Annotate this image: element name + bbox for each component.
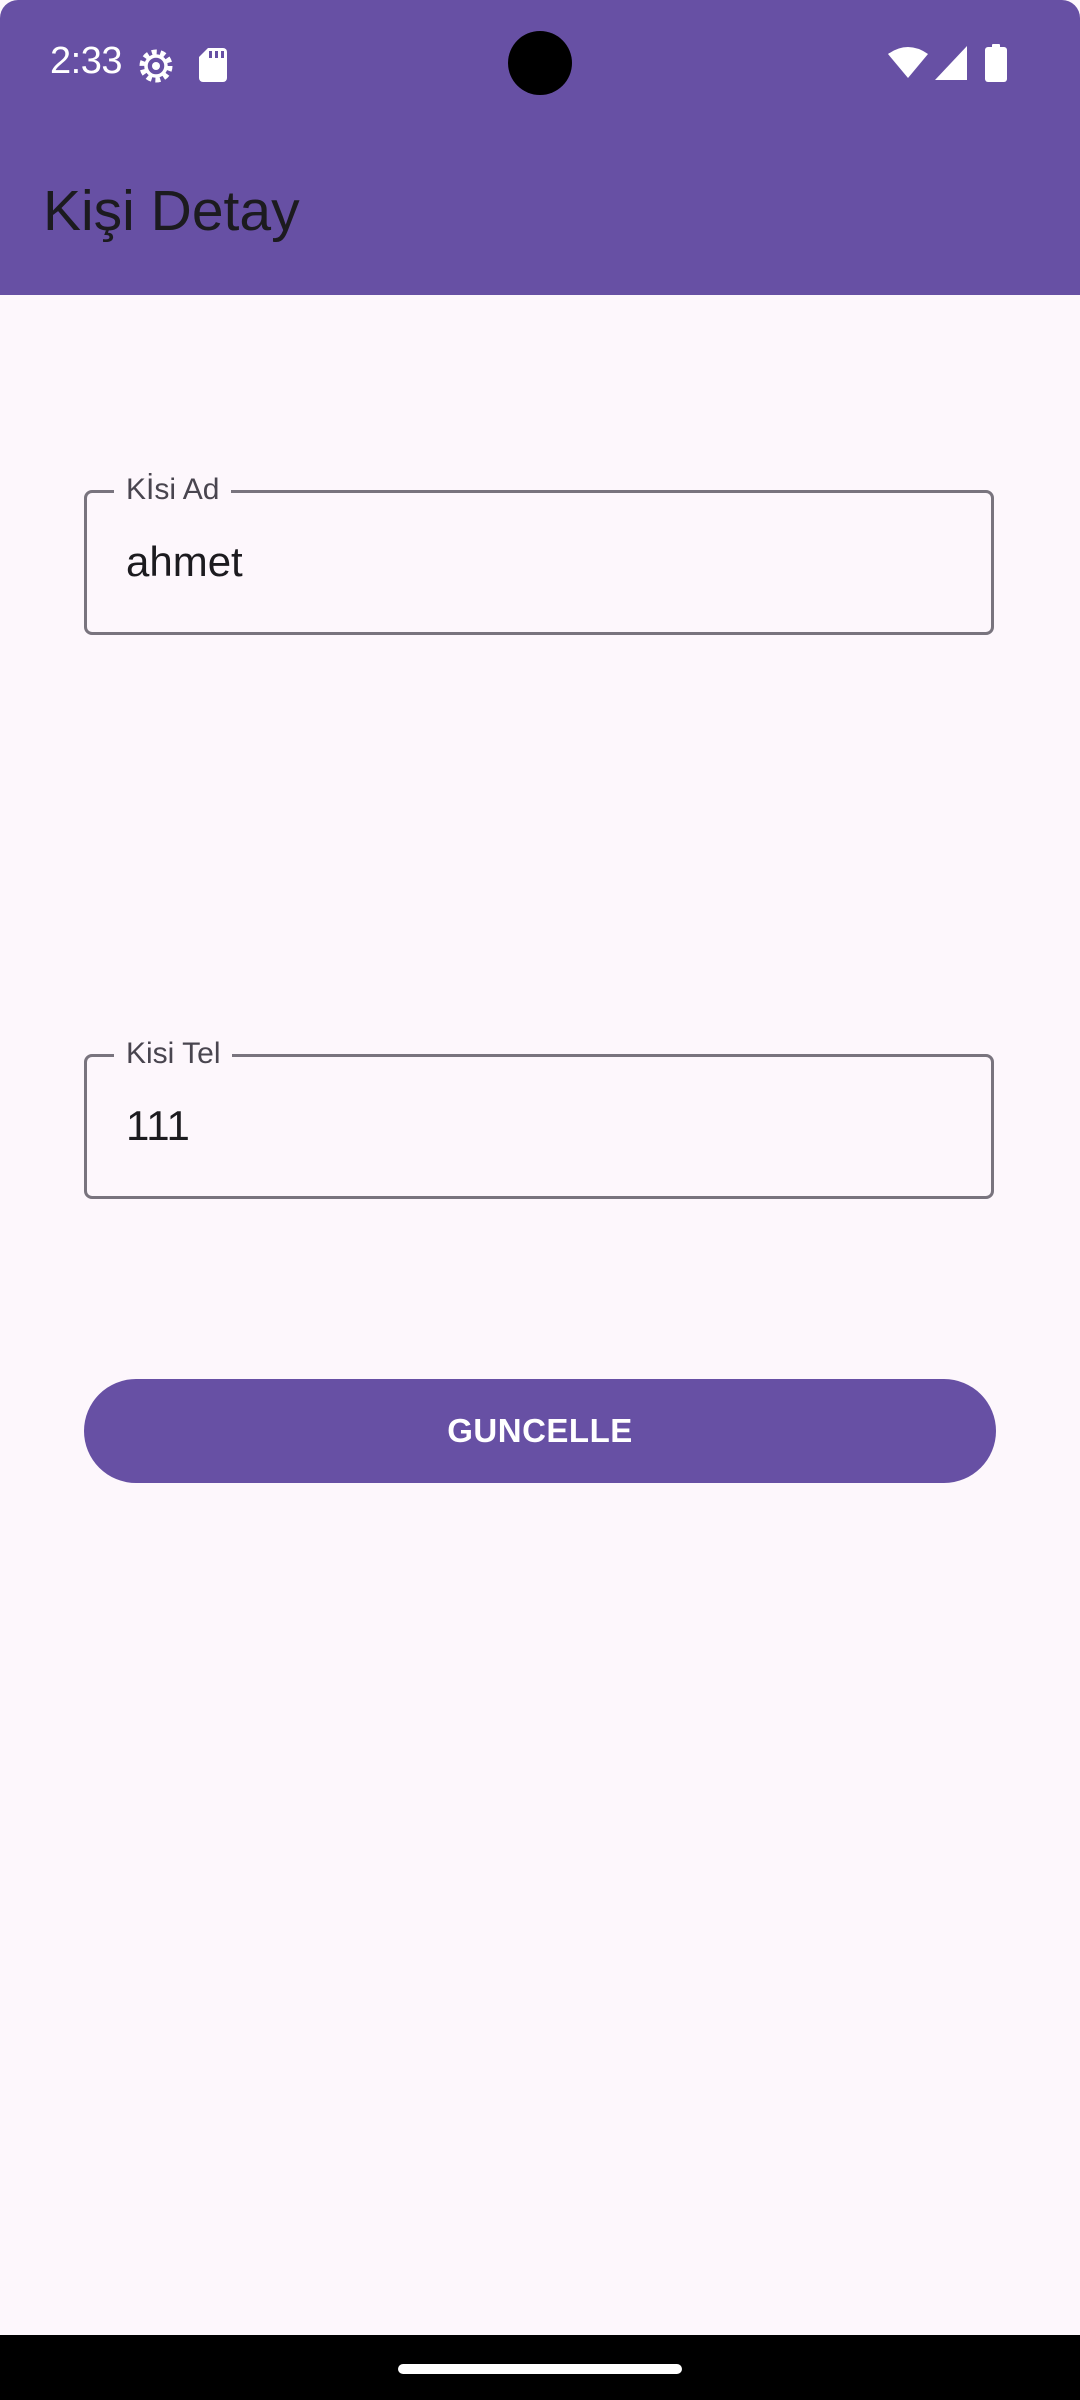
sd-card-icon bbox=[199, 48, 227, 82]
home-gesture-handle[interactable] bbox=[398, 2364, 682, 2374]
camera-cutout bbox=[508, 31, 572, 95]
phone-input[interactable] bbox=[126, 1100, 956, 1152]
cellular-signal-icon bbox=[935, 46, 967, 80]
update-button[interactable]: GUNCELLE bbox=[84, 1379, 996, 1483]
navigation-bar bbox=[0, 2335, 1080, 2400]
settings-gear-icon bbox=[139, 49, 173, 83]
phone-field-label: Kisi Tel bbox=[114, 1034, 233, 1074]
status-time: 2:33 bbox=[50, 40, 122, 82]
status-bar: 2:33 bbox=[0, 0, 1080, 128]
main-content: Kİsi Ad Kisi Tel bbox=[0, 295, 1080, 2335]
name-input[interactable] bbox=[126, 536, 956, 588]
wifi-icon bbox=[888, 47, 928, 78]
page-title: Kişi Detay bbox=[43, 179, 300, 243]
app-bar: Kişi Detay bbox=[0, 128, 1080, 295]
phone-field[interactable]: Kisi Tel bbox=[84, 1034, 994, 1199]
battery-icon bbox=[985, 44, 1007, 82]
name-field[interactable]: Kİsi Ad bbox=[84, 470, 994, 635]
name-field-label: Kİsi Ad bbox=[114, 470, 232, 510]
